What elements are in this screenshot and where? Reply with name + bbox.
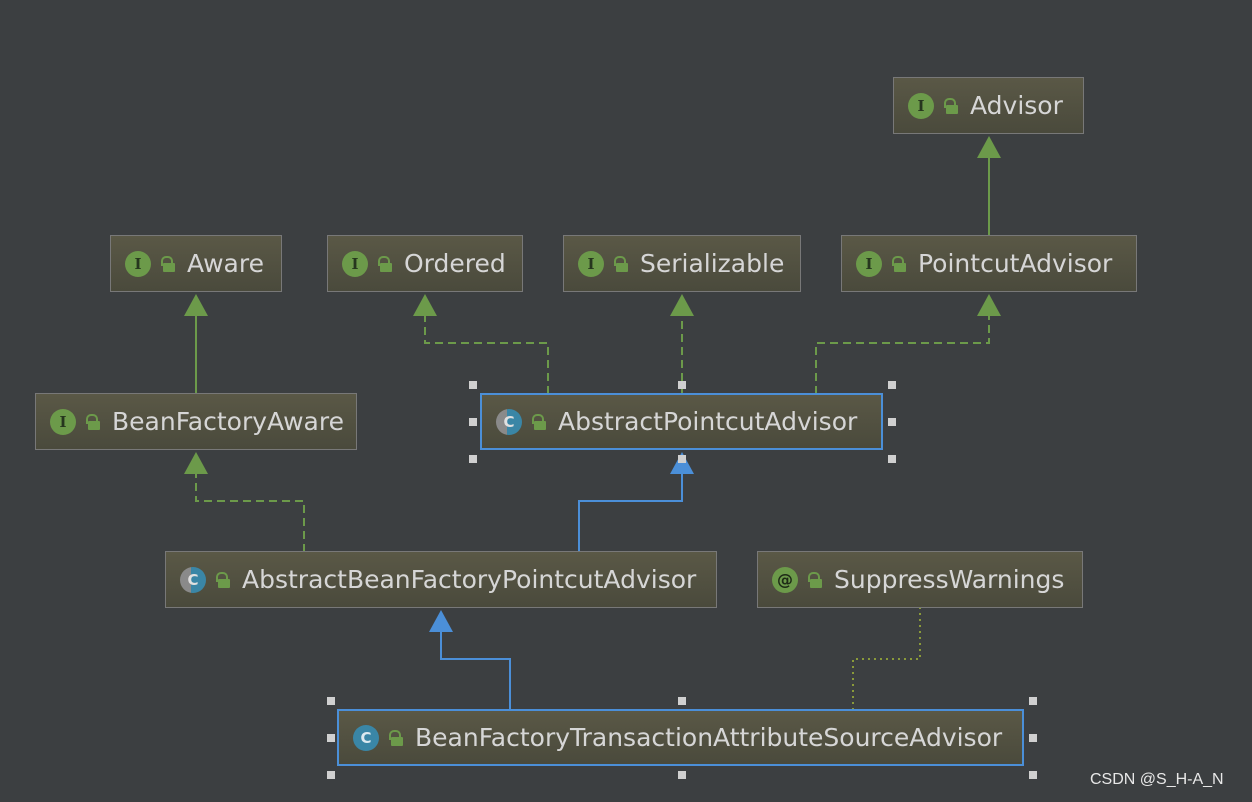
edge-abstractpointcutadvisor-pointcutadvisor: [815, 294, 1001, 394]
node-label: AbstractPointcutAdvisor: [558, 407, 858, 436]
node-label: PointcutAdvisor: [918, 249, 1113, 278]
selection-handle[interactable]: [469, 455, 477, 463]
edge-bftasa-abfpa: [429, 610, 511, 710]
edge-bftasa-suppresswarnings: [852, 608, 921, 710]
edge-abstractpointcutadvisor-serializable: [670, 294, 694, 394]
edge-abfpa-beanfactoryaware: [184, 452, 305, 552]
edge-pointcutadvisor-advisor: [977, 136, 1001, 236]
selection-handle[interactable]: [1029, 771, 1037, 779]
abstract-class-icon: C: [496, 408, 522, 435]
selection-handle[interactable]: [327, 734, 335, 742]
interface-icon: I: [578, 250, 604, 277]
interface-icon: I: [50, 408, 76, 435]
selection-handle[interactable]: [888, 455, 896, 463]
lock-icon: [378, 255, 392, 272]
node-pointcut-advisor[interactable]: I PointcutAdvisor: [841, 235, 1137, 292]
edge-beanfactoryaware-aware: [184, 294, 208, 394]
lock-icon: [389, 729, 403, 746]
selection-handle[interactable]: [327, 697, 335, 705]
abstract-class-icon: C: [180, 566, 206, 593]
selection-handle[interactable]: [888, 381, 896, 389]
node-label: Ordered: [404, 249, 506, 278]
selection-handle[interactable]: [469, 381, 477, 389]
selection-handle[interactable]: [1029, 734, 1037, 742]
interface-icon: I: [908, 92, 934, 119]
lock-icon: [892, 255, 906, 272]
node-label: AbstractBeanFactoryPointcutAdvisor: [242, 565, 697, 594]
node-label: Advisor: [970, 91, 1063, 120]
lock-icon: [216, 571, 230, 588]
lock-icon: [532, 413, 546, 430]
selection-handle[interactable]: [678, 771, 686, 779]
interface-icon: I: [342, 250, 368, 277]
lock-icon: [944, 97, 958, 114]
lock-icon: [614, 255, 628, 272]
node-abstract-pointcut-advisor[interactable]: C AbstractPointcutAdvisor: [480, 393, 883, 450]
selection-handle[interactable]: [678, 455, 686, 463]
lock-icon: [808, 571, 822, 588]
node-label: BeanFactoryTransactionAttributeSourceAdv…: [415, 723, 1003, 752]
node-suppress-warnings[interactable]: @ SuppressWarnings: [757, 551, 1083, 608]
node-label: Aware: [187, 249, 264, 278]
node-bean-factory-transaction-attribute-source-advisor[interactable]: C BeanFactoryTransactionAttributeSourceA…: [337, 709, 1024, 766]
lock-icon: [86, 413, 100, 430]
selection-handle[interactable]: [327, 771, 335, 779]
selection-handle[interactable]: [678, 697, 686, 705]
selection-handle[interactable]: [469, 418, 477, 426]
node-ordered[interactable]: I Ordered: [327, 235, 523, 292]
node-serializable[interactable]: I Serializable: [563, 235, 801, 292]
selection-handle[interactable]: [888, 418, 896, 426]
watermark: CSDN @S_H-A_N: [1090, 771, 1224, 788]
uml-diagram: I Advisor I Aware I Ordered I Serializab…: [0, 0, 1252, 802]
node-bean-factory-aware[interactable]: I BeanFactoryAware: [35, 393, 357, 450]
edge-abstractpointcutadvisor-ordered: [413, 294, 549, 394]
selection-handle[interactable]: [678, 381, 686, 389]
lock-icon: [161, 255, 175, 272]
annotation-icon: @: [772, 566, 798, 593]
interface-icon: I: [125, 250, 151, 277]
interface-icon: I: [856, 250, 882, 277]
node-aware[interactable]: I Aware: [110, 235, 282, 292]
class-icon: C: [353, 724, 379, 751]
node-advisor[interactable]: I Advisor: [893, 77, 1084, 134]
node-abstract-bean-factory-pointcut-advisor[interactable]: C AbstractBeanFactoryPointcutAdvisor: [165, 551, 717, 608]
edge-abfpa-abstractpointcutadvisor: [578, 452, 694, 552]
node-label: SuppressWarnings: [834, 565, 1065, 594]
node-label: BeanFactoryAware: [112, 407, 344, 436]
selection-handle[interactable]: [1029, 697, 1037, 705]
node-label: Serializable: [640, 249, 785, 278]
